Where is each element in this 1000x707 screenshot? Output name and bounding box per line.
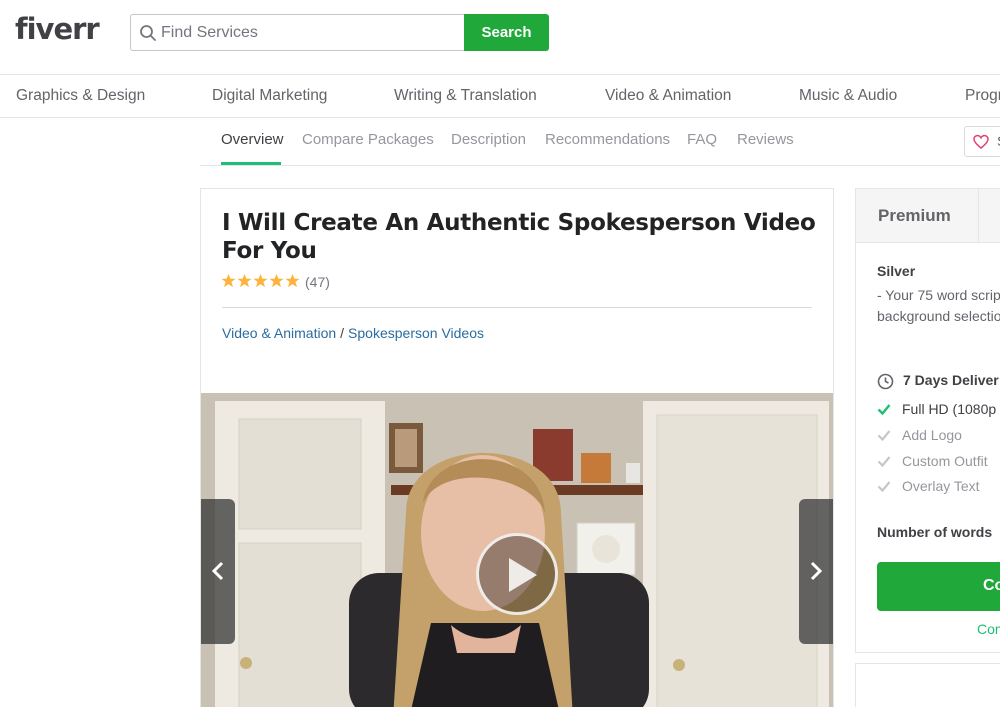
search-button[interactable]: Search — [464, 14, 549, 51]
heart-icon — [973, 134, 989, 149]
gig-video-player[interactable] — [201, 393, 833, 707]
check-icon — [877, 430, 891, 442]
tab-overview[interactable]: Overview — [221, 131, 284, 148]
package-description: - Your 75 word scrip background selectio — [877, 285, 1000, 327]
category-video-animation[interactable]: Video & Animation — [605, 87, 731, 105]
search-input[interactable] — [161, 23, 451, 43]
star-icon — [221, 273, 236, 288]
tab-reviews[interactable]: Reviews — [737, 131, 794, 148]
gig-overview-card: I Will Create An Authentic Spokesperson … — [200, 188, 834, 707]
continue-button[interactable]: Co — [877, 562, 1000, 611]
continue-button-label: Co — [983, 577, 1000, 594]
contact-seller-card — [855, 663, 1000, 707]
feature-label: Add Logo — [902, 427, 962, 443]
breadcrumb-video-animation[interactable]: Video & Animation — [222, 325, 336, 341]
feature-label: Full HD (1080p — [902, 401, 997, 417]
package-tab-bar: Premium — [856, 189, 1000, 243]
package-panel: Premium Silver - Your 75 word scrip back… — [855, 188, 1000, 653]
star-icon — [253, 273, 268, 288]
number-of-words-label: Number of words — [877, 524, 993, 540]
tab-separator — [978, 189, 979, 243]
play-icon — [509, 558, 537, 592]
category-writing-translation[interactable]: Writing & Translation — [394, 87, 537, 105]
site-header: fiverr Search — [0, 0, 1000, 75]
check-icon — [877, 481, 891, 493]
chevron-right-icon — [810, 561, 823, 581]
previous-slide-button[interactable] — [201, 499, 235, 644]
active-tab-indicator — [221, 162, 281, 165]
tab-recommendations[interactable]: Recommendations — [545, 131, 670, 148]
search-box — [130, 14, 465, 51]
package-description-line: - Your 75 word scrip — [877, 287, 1000, 303]
delivery-time: 7 Days Deliver — [903, 372, 999, 388]
compare-packages-link[interactable]: Com — [977, 621, 1000, 637]
star-icon — [269, 273, 284, 288]
tab-faq[interactable]: FAQ — [687, 131, 717, 148]
breadcrumb-separator: / — [340, 325, 345, 341]
category-programming[interactable]: Progr — [965, 87, 1000, 105]
gig-title: I Will Create An Authentic Spokesperson … — [222, 210, 816, 264]
feature-label: Overlay Text — [902, 478, 980, 494]
category-digital-marketing[interactable]: Digital Marketing — [212, 87, 327, 105]
package-name: Silver — [877, 263, 916, 279]
check-icon — [877, 404, 891, 416]
divider — [222, 307, 812, 308]
save-button[interactable]: S — [964, 126, 1000, 157]
next-slide-button[interactable] — [799, 499, 833, 644]
tab-compare-packages[interactable]: Compare Packages — [302, 131, 434, 148]
breadcrumb-spokesperson-videos[interactable]: Spokesperson Videos — [348, 325, 484, 341]
check-icon — [877, 456, 891, 468]
review-count[interactable]: (47) — [305, 274, 330, 290]
star-rating — [221, 273, 301, 289]
search-icon — [140, 25, 156, 41]
star-icon — [237, 273, 252, 288]
feature-label: Custom Outfit — [902, 453, 988, 469]
star-icon — [285, 273, 300, 288]
clock-icon — [877, 373, 894, 390]
package-description-line: background selectio — [877, 308, 1000, 324]
category-nav: Graphics & Design Digital Marketing Writ… — [0, 75, 1000, 118]
fiverr-logo[interactable]: fiverr — [15, 12, 100, 46]
category-graphics-design[interactable]: Graphics & Design — [16, 87, 145, 105]
tab-premium[interactable]: Premium — [878, 206, 951, 226]
play-button[interactable] — [476, 533, 558, 615]
breadcrumb: Video & Animation / Spokesperson Videos — [222, 325, 484, 341]
chevron-left-icon — [211, 561, 224, 581]
category-music-audio[interactable]: Music & Audio — [799, 87, 897, 105]
tab-description[interactable]: Description — [451, 131, 526, 148]
gig-tab-bar: Overview Compare Packages Description Re… — [200, 118, 1000, 166]
